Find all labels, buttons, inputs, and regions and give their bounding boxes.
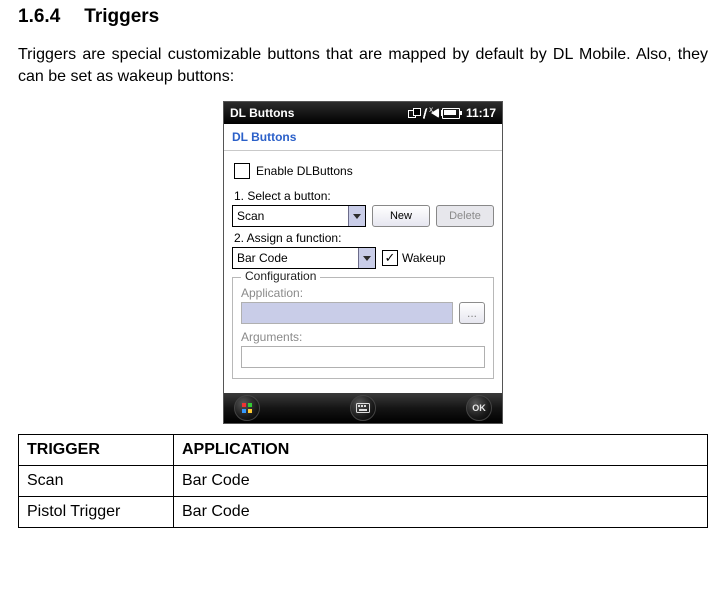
wakeup-checkbox[interactable]: [382, 250, 398, 266]
arguments-field[interactable]: [241, 346, 485, 368]
col-trigger: TRIGGER: [19, 435, 174, 466]
windows-button[interactable]: [234, 395, 260, 421]
select-button-dropdown[interactable]: Scan: [232, 205, 366, 227]
section-heading: 1.6.4 Triggers: [18, 6, 708, 28]
bottom-bar: OK: [224, 393, 502, 423]
col-application: APPLICATION: [174, 435, 708, 466]
connection-icon: [408, 108, 421, 118]
step1-label: 1. Select a button:: [234, 189, 494, 203]
application-label: Application:: [241, 286, 485, 300]
panel-title: DL Buttons: [224, 124, 502, 151]
status-bar: DL Buttons 11:17: [224, 102, 502, 124]
battery-icon: [442, 108, 460, 119]
table-header-row: TRIGGER APPLICATION: [19, 435, 708, 466]
volume-icon: [431, 108, 439, 118]
intro-paragraph: Triggers are special customizable button…: [18, 44, 708, 87]
status-icons: [408, 108, 460, 119]
cell-application: Bar Code: [174, 466, 708, 497]
table-row: Scan Bar Code: [19, 466, 708, 497]
table-row: Pistol Trigger Bar Code: [19, 497, 708, 528]
signal-icon: [422, 108, 429, 119]
enable-dlbuttons-checkbox[interactable]: [234, 163, 250, 179]
configuration-legend: Configuration: [241, 269, 320, 283]
ok-button[interactable]: OK: [466, 395, 492, 421]
enable-dlbuttons-label: Enable DLButtons: [256, 164, 353, 178]
assign-function-value: Bar Code: [237, 251, 288, 265]
keyboard-icon: [356, 403, 370, 413]
triggers-table: TRIGGER APPLICATION Scan Bar Code Pistol…: [18, 434, 708, 528]
cell-application: Bar Code: [174, 497, 708, 528]
cell-trigger: Scan: [19, 466, 174, 497]
clock: 11:17: [466, 106, 496, 120]
dl-buttons-screenshot: DL Buttons 11:17 DL Buttons Enable DLBut…: [223, 101, 503, 424]
select-button-value: Scan: [237, 209, 264, 223]
section-number: 1.6.4: [18, 6, 60, 28]
configuration-group: Configuration Application: ... Arguments…: [232, 277, 494, 379]
assign-function-dropdown[interactable]: Bar Code: [232, 247, 376, 269]
chevron-down-icon: [353, 214, 361, 219]
keyboard-button[interactable]: [350, 395, 376, 421]
section-title: Triggers: [84, 6, 159, 28]
browse-button[interactable]: ...: [459, 302, 485, 324]
application-field[interactable]: [241, 302, 453, 324]
wakeup-label: Wakeup: [402, 251, 446, 265]
app-title: DL Buttons: [230, 106, 294, 120]
cell-trigger: Pistol Trigger: [19, 497, 174, 528]
chevron-down-icon: [363, 256, 371, 261]
dropdown-arrow-icon[interactable]: [358, 248, 375, 268]
arguments-label: Arguments:: [241, 330, 485, 344]
step2-label: 2. Assign a function:: [234, 231, 494, 245]
wakeup-group: Wakeup: [382, 250, 446, 266]
delete-button: Delete: [436, 205, 494, 227]
dropdown-arrow-icon[interactable]: [348, 206, 365, 226]
new-button[interactable]: New: [372, 205, 430, 227]
